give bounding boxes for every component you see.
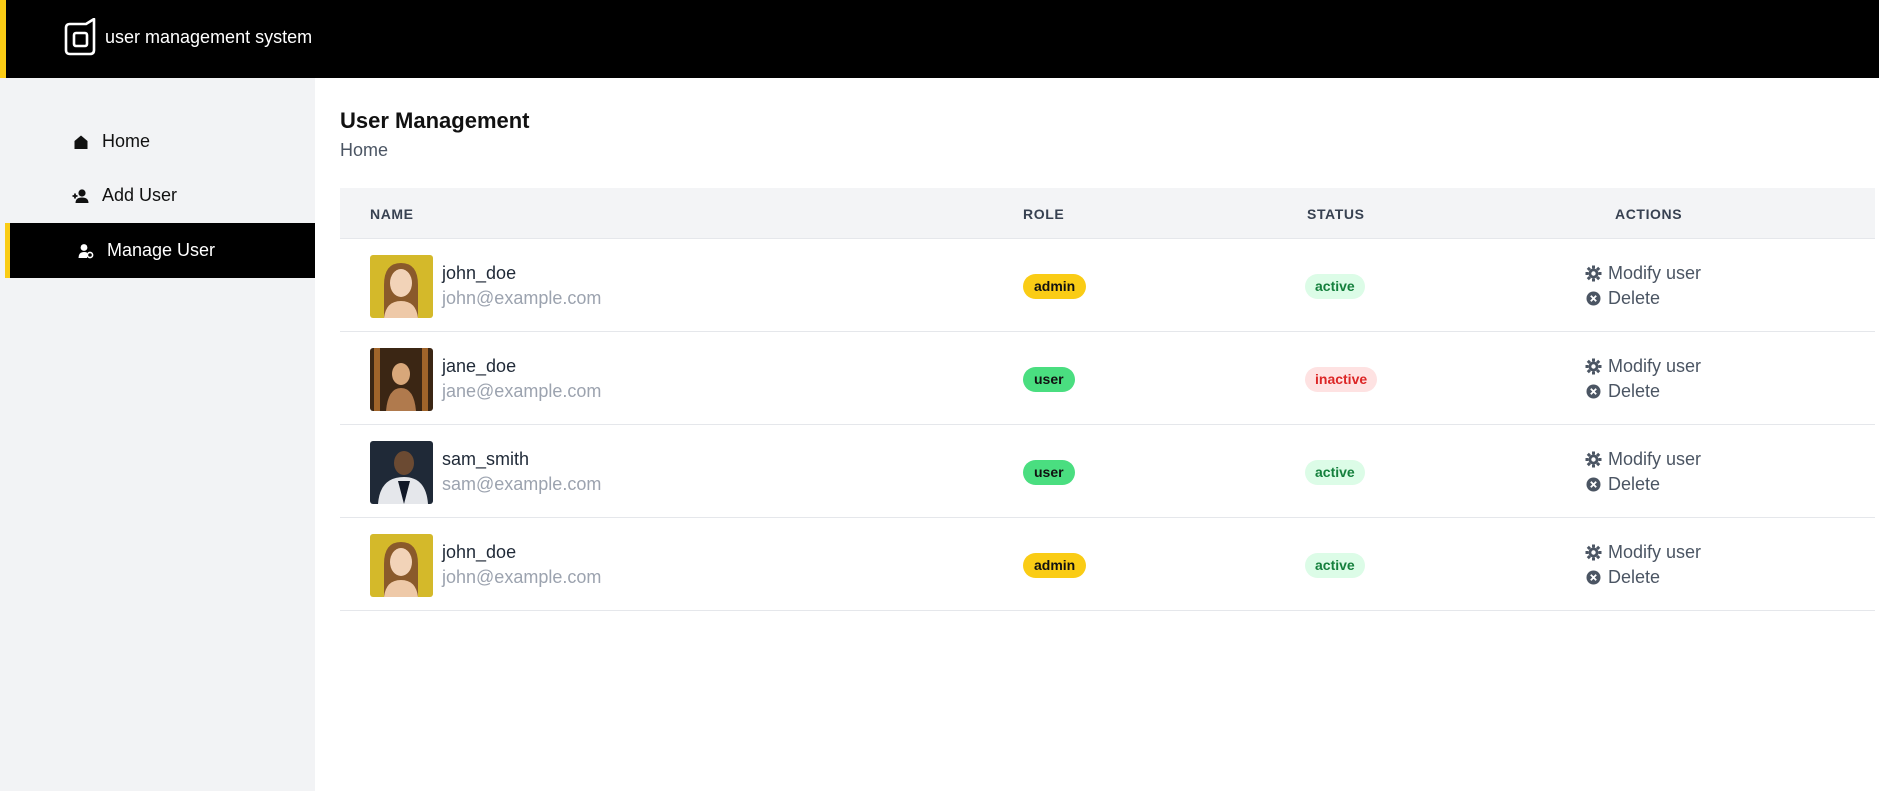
users-table: NAME ROLE STATUS ACTIONS john_doe john@e… bbox=[340, 188, 1875, 611]
close-circle-icon bbox=[1585, 476, 1602, 493]
delete-button[interactable]: Delete bbox=[1585, 288, 1660, 309]
column-header-name: NAME bbox=[370, 206, 414, 222]
delete-button[interactable]: Delete bbox=[1585, 567, 1660, 588]
close-circle-icon bbox=[1585, 383, 1602, 400]
modify-user-label: Modify user bbox=[1608, 356, 1702, 376]
role-badge: user bbox=[1023, 367, 1075, 392]
delete-label: Delete bbox=[1608, 381, 1661, 401]
avatar bbox=[370, 441, 433, 504]
active-indicator bbox=[5, 223, 10, 278]
modify-user-label: Modify user bbox=[1608, 449, 1702, 469]
status-badge: active bbox=[1305, 553, 1365, 578]
close-circle-icon bbox=[1585, 569, 1602, 586]
modify-user-label: Modify user bbox=[1608, 542, 1702, 562]
role-badge: user bbox=[1023, 460, 1075, 485]
modify-user-label: Modify user bbox=[1608, 263, 1702, 283]
gear-icon bbox=[1585, 265, 1602, 282]
column-header-status: STATUS bbox=[1307, 206, 1365, 222]
sidebar-item-home[interactable]: Home bbox=[5, 114, 315, 169]
status-badge: active bbox=[1305, 460, 1365, 485]
page-title: User Management bbox=[340, 108, 530, 133]
role-badge: admin bbox=[1023, 274, 1087, 299]
table-header: NAME ROLE STATUS ACTIONS bbox=[340, 188, 1875, 239]
home-icon bbox=[72, 133, 90, 151]
gear-icon bbox=[1585, 544, 1602, 561]
header-accent-bar bbox=[0, 0, 6, 78]
user-name: sam_smith bbox=[442, 449, 530, 469]
breadcrumb[interactable]: Home bbox=[340, 140, 388, 161]
app-title: user management system bbox=[105, 27, 313, 47]
user-email: john@example.com bbox=[442, 288, 602, 308]
gear-icon bbox=[1585, 358, 1602, 375]
top-header: user management system bbox=[0, 0, 1879, 78]
delete-label: Delete bbox=[1608, 567, 1661, 587]
sidebar-item-manage-user[interactable]: Manage User bbox=[5, 223, 315, 278]
avatar bbox=[370, 534, 433, 597]
delete-button[interactable]: Delete bbox=[1585, 474, 1660, 495]
user-name: jane_doe bbox=[442, 356, 517, 376]
table-row: jane_doe jane@example.com user inactive … bbox=[340, 332, 1875, 425]
user-email: jane@example.com bbox=[442, 381, 602, 401]
delete-button[interactable]: Delete bbox=[1585, 381, 1660, 402]
manage-user-icon bbox=[77, 242, 95, 260]
status-badge: inactive bbox=[1305, 367, 1378, 392]
user-email: sam@example.com bbox=[442, 474, 602, 494]
sidebar-item-label: Home bbox=[102, 131, 151, 151]
column-header-actions: ACTIONS bbox=[1615, 206, 1683, 222]
modify-user-button[interactable]: Modify user bbox=[1585, 542, 1701, 563]
close-circle-icon bbox=[1585, 290, 1602, 307]
gear-icon bbox=[1585, 451, 1602, 468]
table-row: john_doe john@example.com admin active M… bbox=[340, 239, 1875, 332]
modify-user-button[interactable]: Modify user bbox=[1585, 263, 1701, 284]
app-logo-icon bbox=[64, 18, 96, 56]
user-name: john_doe bbox=[442, 263, 517, 283]
sidebar-item-label: Add User bbox=[102, 185, 178, 205]
user-name: john_doe bbox=[442, 542, 517, 562]
column-header-role: ROLE bbox=[1023, 206, 1065, 222]
delete-label: Delete bbox=[1608, 288, 1661, 308]
user-email: john@example.com bbox=[442, 567, 602, 587]
modify-user-button[interactable]: Modify user bbox=[1585, 449, 1701, 470]
delete-label: Delete bbox=[1608, 474, 1661, 494]
status-badge: active bbox=[1305, 274, 1365, 299]
avatar bbox=[370, 348, 433, 411]
avatar bbox=[370, 255, 433, 318]
add-user-icon bbox=[72, 187, 90, 205]
table-row: sam_smith sam@example.com user active Mo… bbox=[340, 425, 1875, 518]
table-row: john_doe john@example.com admin active M… bbox=[340, 518, 1875, 611]
role-badge: admin bbox=[1023, 553, 1087, 578]
sidebar-item-add-user[interactable]: Add User bbox=[5, 168, 315, 223]
sidebar-item-label: Manage User bbox=[107, 240, 216, 260]
modify-user-button[interactable]: Modify user bbox=[1585, 356, 1701, 377]
